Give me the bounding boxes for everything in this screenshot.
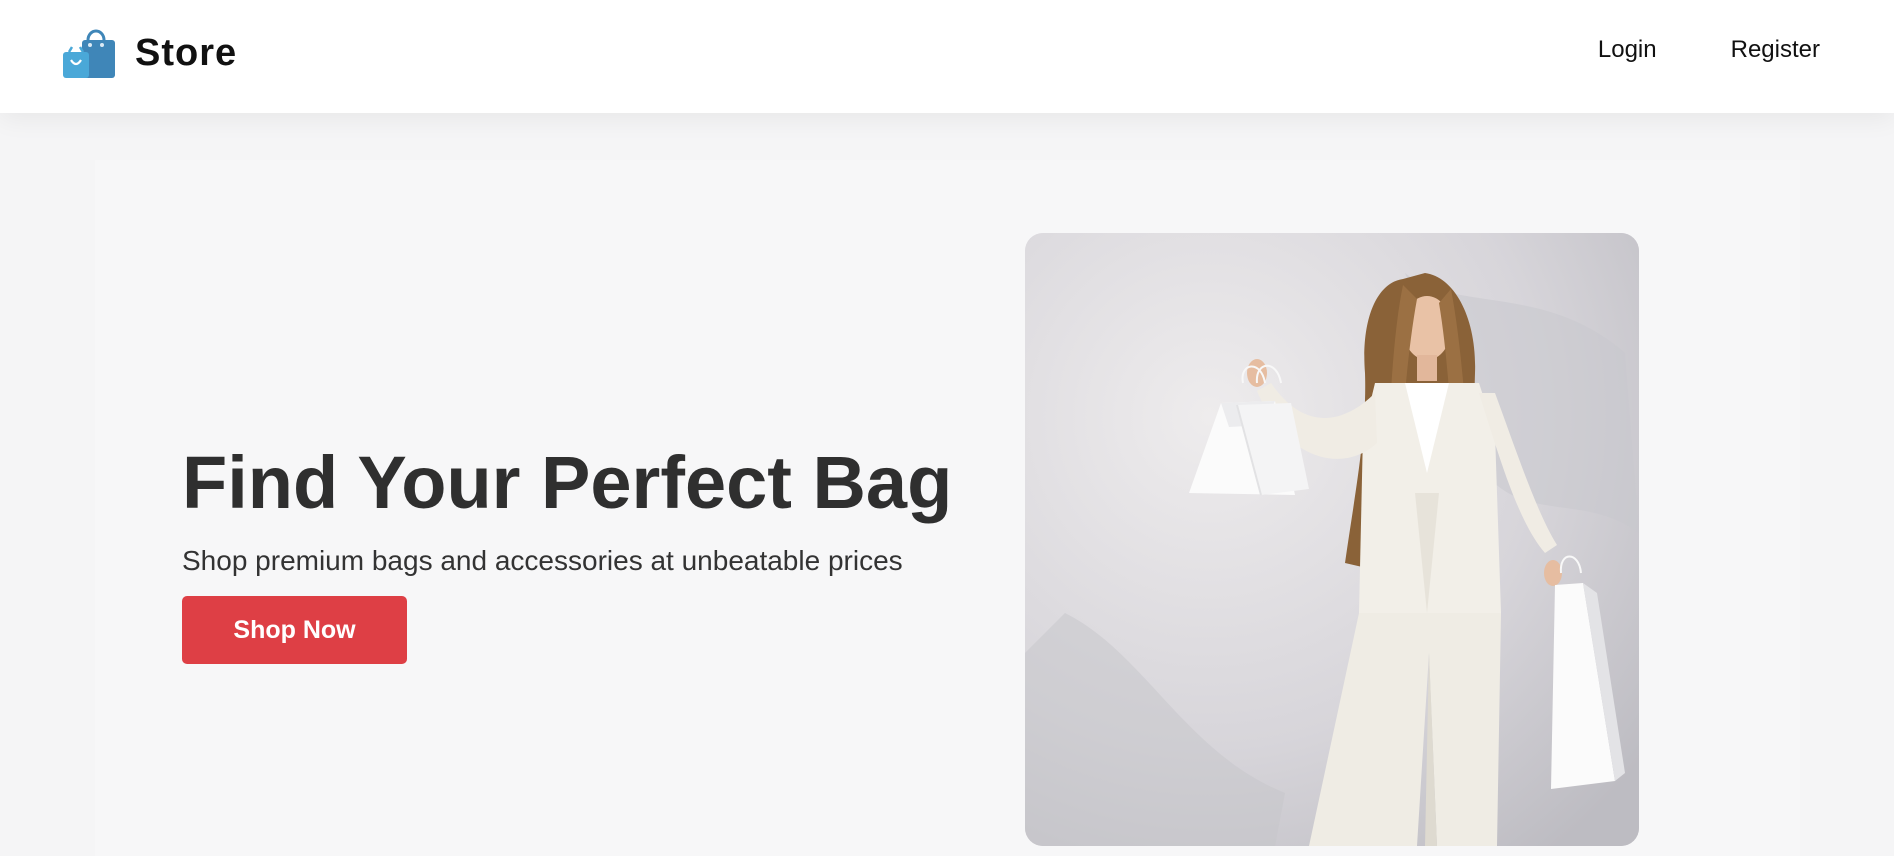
- shopping-bags-icon: [60, 26, 120, 80]
- login-link[interactable]: Login: [1598, 36, 1657, 64]
- brand-name: Store: [135, 31, 238, 74]
- hero-subtitle: Shop premium bags and accessories at unb…: [182, 545, 903, 576]
- hero-image: [1025, 233, 1639, 846]
- brand[interactable]: Store: [60, 26, 237, 80]
- shop-now-button[interactable]: Shop Now: [182, 596, 407, 664]
- site-header: Store Login Register: [0, 0, 1894, 113]
- top-nav: Login Register: [1598, 36, 1820, 64]
- hero-title: Find Your Perfect Bag: [182, 441, 953, 524]
- register-link[interactable]: Register: [1731, 36, 1820, 64]
